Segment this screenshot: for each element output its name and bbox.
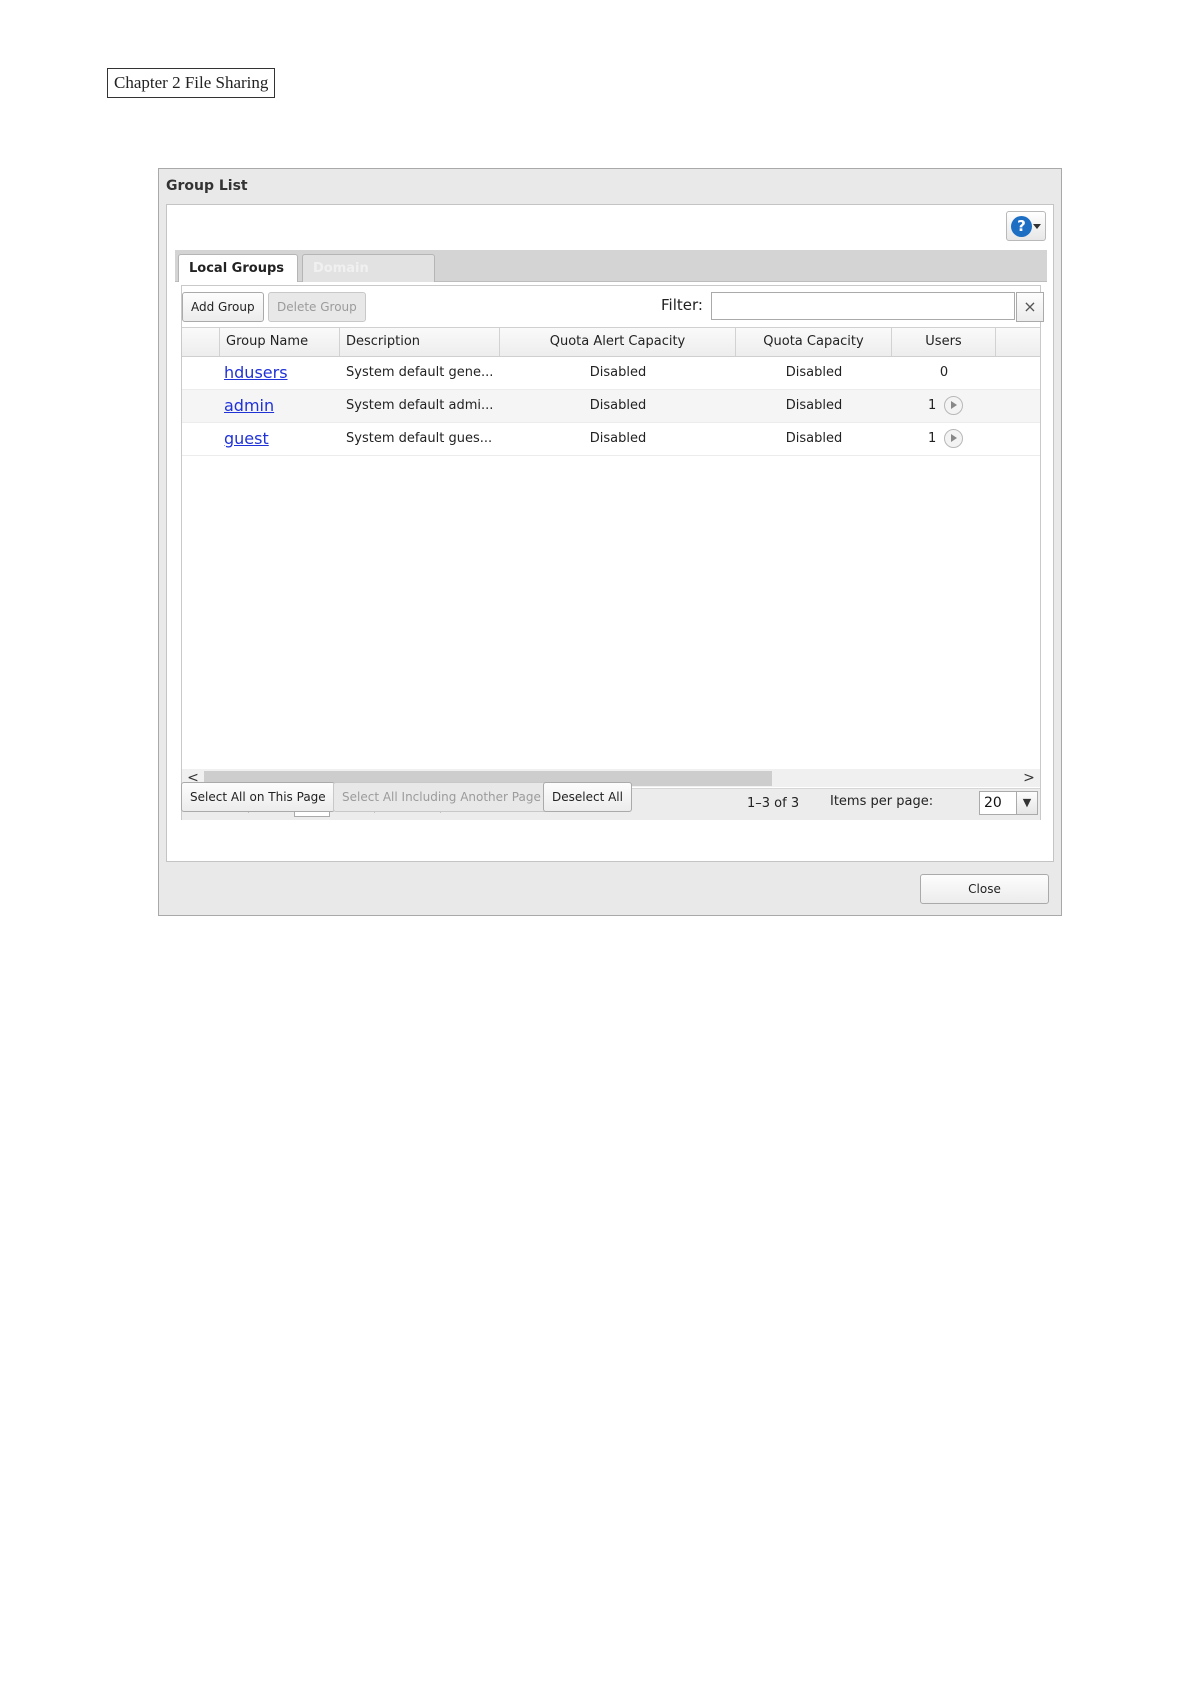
- deselect-all-button[interactable]: Deselect All: [543, 782, 632, 812]
- tab-local-groups[interactable]: Local Groups: [178, 254, 298, 282]
- dialog-title: Group List: [166, 178, 248, 194]
- quota-value: Disabled: [785, 365, 843, 380]
- items-per-page-select[interactable]: 20: [979, 791, 1017, 815]
- quota-value: Disabled: [785, 431, 843, 446]
- quota-value: Disabled: [785, 398, 843, 413]
- group-name-link[interactable]: admin: [224, 390, 274, 423]
- group-name-link[interactable]: hdusers: [224, 357, 288, 390]
- items-per-page-label: Items per page:: [830, 794, 934, 809]
- column-header-group-name[interactable]: Group Name: [220, 328, 340, 356]
- expand-arrow-icon[interactable]: [944, 396, 964, 415]
- users-cell: 1: [928, 390, 964, 423]
- caret-down-icon: [1033, 224, 1041, 229]
- add-group-button[interactable]: Add Group: [182, 292, 264, 322]
- column-header-description[interactable]: Description: [340, 328, 500, 356]
- group-name-link[interactable]: guest: [224, 423, 269, 456]
- expand-arrow-icon[interactable]: [944, 429, 964, 448]
- delete-group-button[interactable]: Delete Group: [268, 292, 366, 322]
- column-header-select[interactable]: [182, 328, 220, 356]
- question-circle-icon: ?: [1011, 216, 1032, 237]
- select-all-including-another-page-button[interactable]: Select All Including Another Page: [333, 782, 550, 812]
- clear-filter-icon[interactable]: ×: [1016, 292, 1044, 322]
- users-count: 1: [928, 431, 937, 446]
- close-button[interactable]: Close: [920, 874, 1049, 904]
- dialog-body: ? Local Groups Domain Groups Add Group D…: [166, 204, 1054, 862]
- chapter-header: Chapter 2 File Sharing: [107, 68, 276, 98]
- group-list-dialog: Group List ? Local Groups Domain Groups …: [158, 168, 1062, 916]
- quota-alert-value: Disabled: [589, 431, 647, 446]
- select-all-page-button[interactable]: Select All on This Page: [181, 782, 335, 812]
- table-row[interactable]: admin System default admi... Disabled Di…: [182, 390, 1040, 423]
- users-count: 0: [939, 365, 949, 380]
- scroll-right-icon[interactable]: >: [1020, 769, 1038, 787]
- quota-alert-value: Disabled: [589, 398, 647, 413]
- quota-alert-value: Disabled: [589, 365, 647, 380]
- help-button[interactable]: ?: [1006, 211, 1046, 241]
- table-row[interactable]: guest System default gues... Disabled Di…: [182, 423, 1040, 456]
- group-description: System default gene...: [346, 365, 494, 380]
- tab-domain-groups[interactable]: Domain Groups: [302, 254, 435, 303]
- users-count: 1: [928, 398, 937, 413]
- filter-label: Filter:: [661, 296, 703, 314]
- table-header: Group Name Description Quota Alert Capac…: [182, 327, 1040, 357]
- group-description: System default gues...: [346, 431, 493, 446]
- group-description: System default admi...: [346, 398, 494, 413]
- column-header-quota-alert[interactable]: Quota Alert Capacity: [500, 328, 736, 356]
- chevron-down-icon[interactable]: ▼: [1017, 791, 1038, 815]
- record-range: 1–3 of 3: [747, 796, 800, 811]
- tab-strip: Local Groups Domain Groups: [175, 250, 1047, 303]
- users-cell: 1: [928, 423, 964, 456]
- column-header-users[interactable]: Users: [892, 328, 996, 356]
- groups-panel: Add Group Delete Group Filter: × Group N…: [181, 285, 1044, 820]
- column-header-quota[interactable]: Quota Capacity: [736, 328, 892, 356]
- table-row[interactable]: hdusers System default gene... Disabled …: [182, 357, 1040, 390]
- filter-input[interactable]: [711, 292, 1015, 320]
